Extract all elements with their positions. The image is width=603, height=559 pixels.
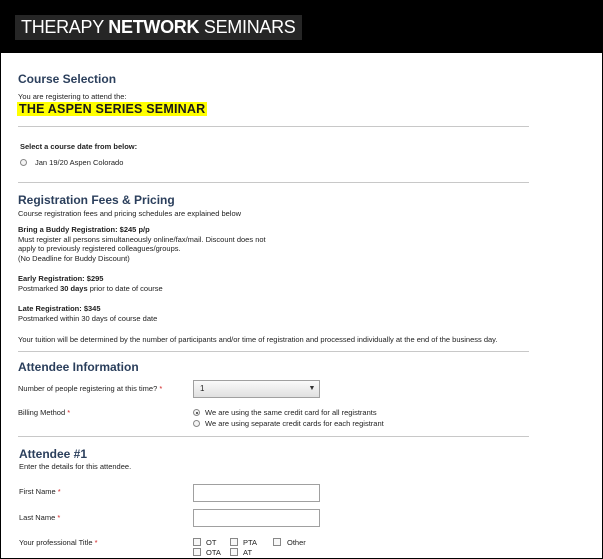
first-name-input[interactable] bbox=[193, 484, 320, 502]
site-header: THERAPY NETWORK SEMINARS bbox=[1, 1, 602, 53]
divider bbox=[18, 182, 529, 183]
late-title: Late Registration: $345 bbox=[18, 304, 101, 313]
divider bbox=[18, 126, 529, 127]
title-ot-checkbox[interactable] bbox=[193, 538, 201, 546]
tuition-note: Your tuition will be determined by the n… bbox=[18, 335, 498, 344]
course-selection-heading: Course Selection bbox=[18, 72, 117, 86]
attendee-1-subtext: Enter the details for this attendee. bbox=[19, 462, 132, 471]
title-at-checkbox[interactable] bbox=[230, 548, 238, 556]
seminar-name: THE ASPEN SERIES SEMINAR bbox=[17, 102, 208, 116]
title-pta-label[interactable]: PTA bbox=[243, 538, 257, 547]
billing-separate-label[interactable]: We are using separate credit cards for e… bbox=[205, 419, 384, 428]
buddy-line-1: Must register all persons simultaneously… bbox=[18, 235, 266, 244]
late-line: Postmarked within 30 days of course date bbox=[18, 314, 158, 323]
title-other-label[interactable]: Other bbox=[287, 538, 306, 547]
billing-same-radio[interactable] bbox=[193, 409, 200, 416]
fees-intro: Course registration fees and pricing sch… bbox=[18, 209, 242, 218]
title-ot-label[interactable]: OT bbox=[206, 538, 216, 547]
billing-label: Billing Method * bbox=[18, 408, 71, 417]
page: THERAPY NETWORK SEMINARS Course Selectio… bbox=[0, 0, 603, 559]
date-option-radio[interactable] bbox=[20, 159, 27, 166]
professional-title-label: Your professional Title * bbox=[19, 538, 98, 547]
attendee-info-heading: Attendee Information bbox=[18, 360, 139, 374]
title-other-checkbox[interactable] bbox=[273, 538, 281, 546]
attendee-1-heading: Attendee #1 bbox=[19, 447, 88, 461]
divider bbox=[18, 436, 529, 437]
site-logo[interactable]: THERAPY NETWORK SEMINARS bbox=[15, 15, 302, 40]
fees-heading: Registration Fees & Pricing bbox=[18, 193, 175, 207]
divider bbox=[18, 351, 529, 352]
select-date-label: Select a course date from below: bbox=[20, 142, 138, 151]
registering-text: You are registering to attend the: bbox=[18, 92, 127, 101]
buddy-title: Bring a Buddy Registration: $245 p/p bbox=[18, 225, 150, 234]
buddy-line-2: apply to previously registered colleague… bbox=[18, 244, 181, 253]
buddy-line-3: (No Deadline for Buddy Discount) bbox=[18, 254, 130, 263]
title-pta-checkbox[interactable] bbox=[230, 538, 238, 546]
title-ota-label[interactable]: OTA bbox=[206, 548, 221, 557]
billing-same-label[interactable]: We are using the same credit card for al… bbox=[205, 408, 377, 417]
date-option-label[interactable]: Jan 19/20 Aspen Colorado bbox=[35, 158, 123, 167]
chevron-down-icon: ▼ bbox=[308, 385, 316, 392]
early-title: Early Registration: $295 bbox=[18, 274, 104, 283]
title-at-label[interactable]: AT bbox=[243, 548, 252, 557]
first-name-label: First Name * bbox=[19, 487, 61, 496]
last-name-label: Last Name * bbox=[19, 513, 61, 522]
num-people-select[interactable]: 1 ▼ bbox=[193, 380, 320, 398]
billing-separate-radio[interactable] bbox=[193, 420, 200, 427]
last-name-input[interactable] bbox=[193, 509, 320, 527]
early-line: Postmarked 30 days prior to date of cour… bbox=[18, 284, 163, 293]
num-people-label: Number of people registering at this tim… bbox=[18, 384, 163, 393]
title-ota-checkbox[interactable] bbox=[193, 548, 201, 556]
